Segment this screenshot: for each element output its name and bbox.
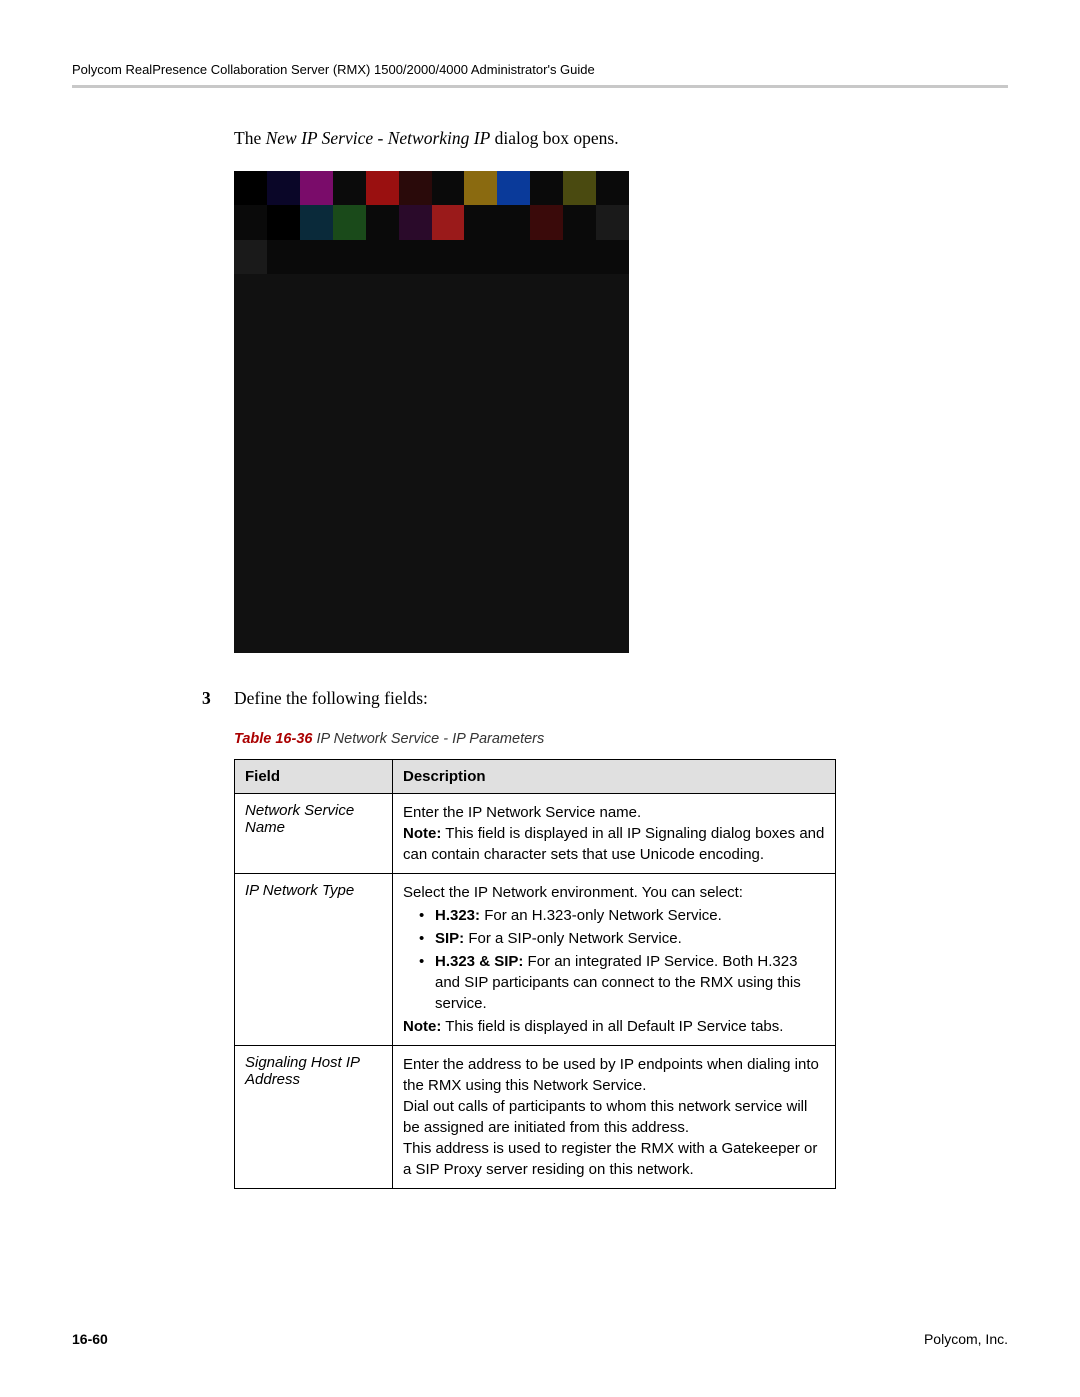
table-row: Network Service Name Enter the IP Networ… — [235, 794, 836, 874]
page-number: 16-60 — [72, 1331, 108, 1347]
note-label: Note: — [403, 1018, 441, 1035]
desc-text: Enter the IP Network Service name. — [403, 804, 641, 821]
dialog-screenshot — [234, 171, 629, 653]
field-desc-cell: Enter the address to be used by IP endpo… — [393, 1046, 836, 1189]
table-header-description: Description — [393, 760, 836, 794]
table-caption-label: Table 16-36 — [234, 731, 312, 747]
intro-dialog-name: New IP Service - Networking IP — [266, 128, 491, 148]
desc-text: Dial out calls of participants to whom t… — [403, 1098, 807, 1136]
list-item: H.323 & SIP: For an integrated IP Servic… — [419, 951, 825, 1014]
intro-prefix: The — [234, 128, 266, 148]
field-desc-cell: Enter the IP Network Service name. Note:… — [393, 794, 836, 874]
table-row: IP Network Type Select the IP Network en… — [235, 874, 836, 1046]
header-rule — [72, 85, 1008, 88]
bullet-text: For a SIP-only Network Service. — [464, 930, 682, 947]
table-caption-title: IP Network Service - IP Parameters — [312, 731, 544, 747]
list-item: SIP: For a SIP-only Network Service. — [419, 928, 825, 949]
table-caption: Table 16-36 IP Network Service - IP Para… — [234, 731, 1008, 747]
table-row: Signaling Host IP Address Enter the addr… — [235, 1046, 836, 1189]
note-label: Note: — [403, 825, 441, 842]
step-number: 3 — [202, 688, 234, 709]
desc-text: This address is used to register the RMX… — [403, 1140, 817, 1178]
bullet-bold: H.323: — [435, 907, 480, 924]
bullet-bold: SIP: — [435, 930, 464, 947]
bullet-text: For an H.323-only Network Service. — [480, 907, 722, 924]
desc-text: Enter the address to be used by IP endpo… — [403, 1056, 819, 1094]
field-name-cell: IP Network Type — [235, 874, 393, 1046]
note-text: This field is displayed in all Default I… — [441, 1018, 783, 1035]
table-header-field: Field — [235, 760, 393, 794]
document-header: Polycom RealPresence Collaboration Serve… — [72, 62, 1008, 77]
desc-text: Select the IP Network environment. You c… — [403, 884, 743, 901]
field-name-cell: Signaling Host IP Address — [235, 1046, 393, 1189]
intro-text: The New IP Service - Networking IP dialo… — [234, 128, 1008, 149]
note-text: This field is displayed in all IP Signal… — [403, 825, 824, 863]
list-item: H.323: For an H.323-only Network Service… — [419, 905, 825, 926]
bullet-list: H.323: For an H.323-only Network Service… — [403, 905, 825, 1014]
field-name-cell: Network Service Name — [235, 794, 393, 874]
footer-company: Polycom, Inc. — [924, 1331, 1008, 1347]
page-footer: 16-60 Polycom, Inc. — [72, 1331, 1008, 1347]
ip-parameters-table: Field Description Network Service Name E… — [234, 759, 836, 1189]
bullet-bold: H.323 & SIP: — [435, 953, 523, 970]
step-text: Define the following fields: — [234, 688, 428, 709]
intro-suffix: dialog box opens. — [490, 128, 618, 148]
step-row: 3 Define the following fields: — [234, 688, 1008, 709]
field-desc-cell: Select the IP Network environment. You c… — [393, 874, 836, 1046]
